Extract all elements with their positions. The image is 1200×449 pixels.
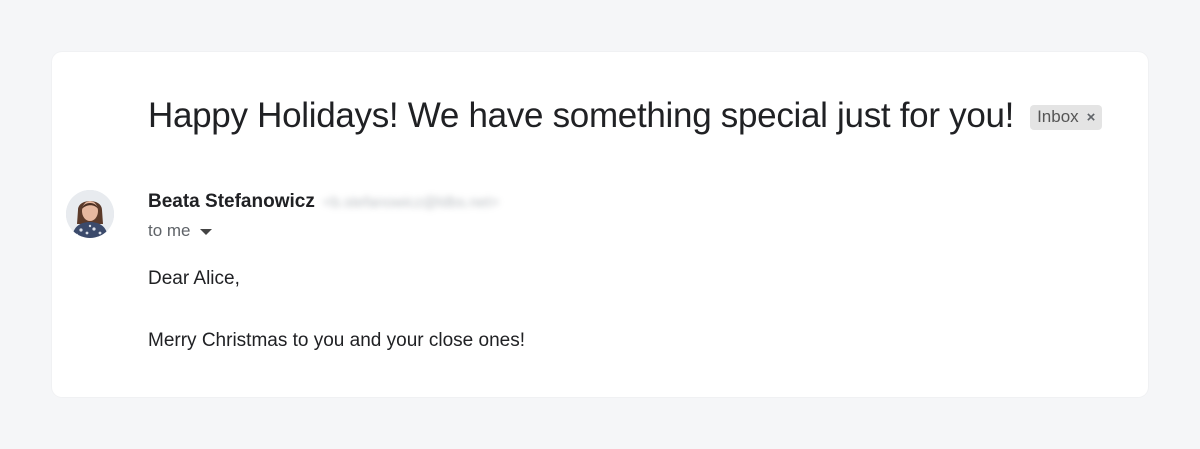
subject-row: Happy Holidays! We have something specia… <box>148 96 1103 136</box>
recipient-details-toggle[interactable]: to me <box>148 221 499 241</box>
email-subject: Happy Holidays! We have something specia… <box>148 96 1015 135</box>
email-card: Happy Holidays! We have something specia… <box>52 52 1148 397</box>
avatar-portrait-icon <box>66 190 114 238</box>
sender-avatar[interactable] <box>66 190 114 238</box>
dropdown-caret-icon[interactable] <box>199 229 212 235</box>
sender-block: Beata Stefanowicz <b.stefanowicz@ldbs.ne… <box>148 191 499 241</box>
sender-line: Beata Stefanowicz <b.stefanowicz@ldbs.ne… <box>148 191 499 213</box>
inbox-label-chip[interactable]: Inbox × <box>1030 104 1103 130</box>
sender-email-blurred: <b.stefanowicz@ldbs.net> <box>322 193 499 211</box>
body-greeting: Dear Alice, <box>148 268 240 289</box>
email-body: Dear Alice, Merry Christmas to you and y… <box>148 268 525 352</box>
remove-label-icon[interactable]: × <box>1087 109 1096 126</box>
sender-name[interactable]: Beata Stefanowicz <box>148 191 315 213</box>
recipient-text: to me <box>148 221 191 240</box>
body-message: Merry Christmas to you and your close on… <box>148 330 525 351</box>
inbox-label-text: Inbox <box>1037 107 1079 126</box>
